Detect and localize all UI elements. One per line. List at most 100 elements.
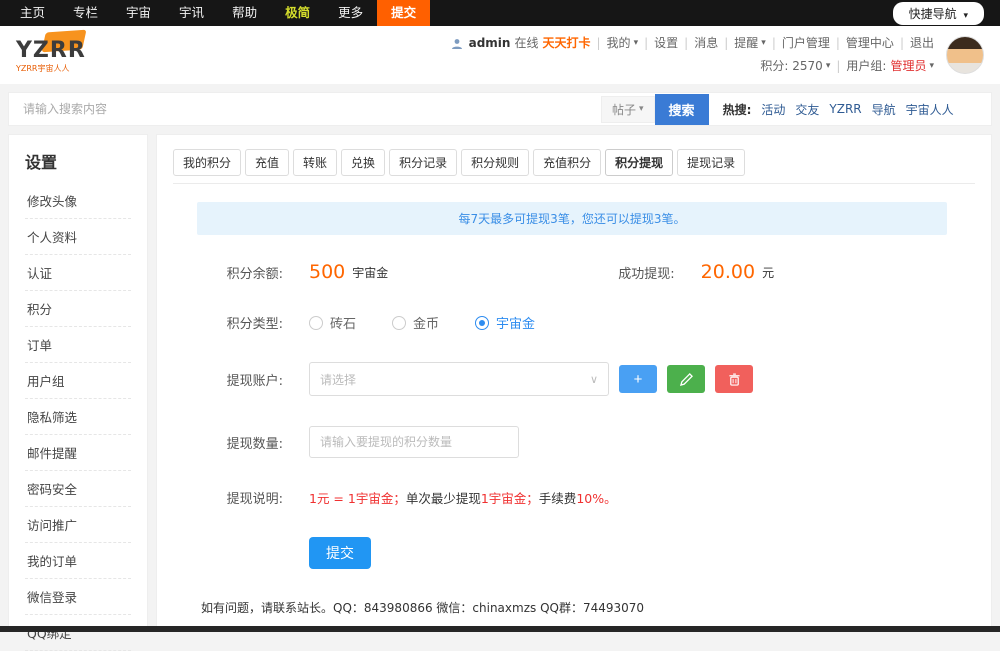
hot-link-yzrr-people[interactable]: 宇宙人人 [906, 101, 954, 118]
trash-icon [728, 373, 740, 386]
sidebar-item-qq[interactable]: QQ绑定 [25, 615, 131, 651]
withdraw-quantity-label: 提现数量: [226, 436, 283, 452]
search-type-dropdown[interactable]: 帖子 ▾ [601, 95, 655, 123]
menu-mine[interactable]: 我的 [607, 32, 631, 55]
avatar[interactable] [946, 36, 984, 74]
tab-withdraw-log[interactable]: 提现记录 [677, 149, 746, 176]
radio-icon-selected [475, 315, 490, 330]
note-segment: 单次最少提现 [405, 491, 481, 506]
add-account-button[interactable]: + [619, 365, 657, 393]
edit-icon [679, 372, 693, 386]
caret-down-icon: ▾ [633, 38, 639, 49]
sidebar-item-usergroup[interactable]: 用户组 [25, 363, 131, 399]
tab-recharge-points[interactable]: 充值积分 [533, 149, 602, 176]
hot-link-friends[interactable]: 交友 [795, 101, 819, 118]
withdraw-account-label: 提现账户: [226, 373, 283, 389]
logo-subtext: YZRR宇宙人人 [16, 64, 70, 73]
edit-account-button[interactable] [667, 365, 705, 393]
nav-item-submit[interactable]: 提交 [377, 0, 431, 26]
search-input[interactable] [21, 97, 601, 121]
radio-label: 宇宙金 [496, 317, 536, 332]
menu-logout[interactable]: 退出 [910, 32, 934, 55]
sidebar-item-my-orders[interactable]: 我的订单 [25, 543, 131, 579]
tab-points-log[interactable]: 积分记录 [389, 149, 458, 176]
sidebar-item-promotion[interactable]: 访问推广 [25, 507, 131, 543]
menu-reminders[interactable]: 提醒 [734, 32, 758, 55]
note-segment: 10%。 [576, 491, 617, 506]
sidebar-item-wechat[interactable]: 微信登录 [25, 579, 131, 615]
menu-admin-center[interactable]: 管理中心 [846, 32, 894, 55]
plus-icon: + [633, 370, 643, 388]
tab-transfer[interactable]: 转账 [293, 149, 338, 176]
sidebar-item-points[interactable]: 积分 [25, 291, 131, 327]
site-logo[interactable]: YZRR YZRR宇宙人人 [16, 29, 87, 74]
caret-down-icon: ▾ [639, 104, 644, 114]
withdrawn-value: 20.00 [700, 261, 756, 283]
tab-my-points[interactable]: 我的积分 [173, 149, 242, 176]
withdraw-quantity-row: 提现数量: [213, 426, 975, 458]
username[interactable]: admin [469, 32, 511, 55]
nav-item-minimal[interactable]: 极简 [271, 0, 324, 26]
menu-portal-admin[interactable]: 门户管理 [782, 32, 830, 55]
balance-unit: 宇宙金 [352, 265, 389, 280]
withdraw-note-row: 提现说明: 1元 = 1宇宙金； 单次最少提现 1宇宙金； 手续费 10%。 [213, 488, 975, 507]
caret-down-icon: ▾ [825, 60, 831, 71]
search-button[interactable]: 搜索 [654, 93, 709, 125]
quantity-input[interactable] [309, 426, 519, 458]
sidebar-item-profile[interactable]: 个人资料 [25, 219, 131, 255]
radio-option-diamond[interactable]: 砖石 [309, 313, 356, 332]
sidebar-item-verify[interactable]: 认证 [25, 255, 131, 291]
nav-item-home[interactable]: 主页 [6, 0, 59, 26]
delete-account-button[interactable] [715, 365, 753, 393]
withdraw-note-label: 提现说明: [226, 492, 283, 507]
user-menu-row: admin 在线 天天打卡 我的 ▾ 设置 消息 提醒 ▾ 门户管理 [451, 32, 934, 55]
balance-row: 积分余额: 500 宇宙金 成功提现: 20.00 元 [213, 261, 975, 283]
nav-item-column[interactable]: 专栏 [59, 0, 112, 26]
search-type-label: 帖子 [612, 102, 637, 117]
account-select-placeholder: 请选择 [320, 372, 357, 387]
sidebar-item-mail-remind[interactable]: 邮件提醒 [25, 435, 131, 471]
sidebar-item-privacy[interactable]: 隐私筛选 [25, 399, 131, 435]
user-stats-row: 积分: 2570 ▾ 用户组: 管理员 ▾ [451, 55, 934, 78]
radio-label: 砖石 [330, 317, 357, 332]
checkin-link[interactable]: 天天打卡 [542, 32, 590, 55]
quick-nav-button[interactable]: 快捷导航 ▾ [892, 1, 984, 25]
logo-text: YZRR [16, 38, 86, 63]
quick-nav-label: 快捷导航 [908, 6, 957, 21]
tab-points-rules[interactable]: 积分规则 [461, 149, 530, 176]
divider [772, 32, 776, 55]
divider [684, 32, 688, 55]
withdrawn-label: 成功提现: [618, 266, 675, 282]
caret-down-icon: ▾ [963, 10, 968, 21]
top-nav: 主页 专栏 宇宙 宇讯 帮助 极简 更多 提交 快捷导航 ▾ [0, 0, 1000, 26]
usergroup-value[interactable]: 管理员 [890, 55, 926, 78]
note-segment: 1宇宙金； [480, 491, 539, 506]
withdraw-notice: 每7天最多可提现3笔，您还可以提现3笔。 [197, 202, 947, 235]
points-withdraw-panel: 我的积分 充值 转账 兑换 积分记录 积分规则 充值积分 积分提现 提现记录 每… [156, 134, 992, 628]
chevron-down-icon: ∨ [589, 372, 598, 386]
nav-item-universe[interactable]: 宇宙 [112, 0, 165, 26]
radio-option-gold[interactable]: 金币 [392, 313, 439, 332]
tab-recharge[interactable]: 充值 [245, 149, 290, 176]
tab-points-withdraw[interactable]: 积分提现 [605, 149, 674, 176]
nav-item-help[interactable]: 帮助 [218, 0, 271, 26]
tab-exchange[interactable]: 兑换 [341, 149, 386, 176]
nav-item-more[interactable]: 更多 [324, 0, 377, 26]
sidebar-item-password[interactable]: 密码安全 [25, 471, 131, 507]
menu-messages[interactable]: 消息 [694, 32, 718, 55]
header: YZRR YZRR宇宙人人 admin 在线 天天打卡 我的 ▾ 设置 [0, 26, 1000, 84]
nav-item-news[interactable]: 宇讯 [165, 0, 218, 26]
hot-link-nav[interactable]: 导航 [872, 101, 896, 118]
hot-link-yzrr[interactable]: YZRR [829, 102, 861, 116]
submit-row: 提交 [213, 537, 975, 569]
sidebar-item-orders[interactable]: 订单 [25, 327, 131, 363]
submit-button[interactable]: 提交 [309, 537, 371, 569]
hot-link-activity[interactable]: 活动 [761, 101, 785, 118]
radio-option-universe-gold[interactable]: 宇宙金 [475, 313, 535, 332]
page: 主页 专栏 宇宙 宇讯 帮助 极简 更多 提交 快捷导航 ▾ YZRR YZRR… [0, 0, 1000, 651]
menu-settings[interactable]: 设置 [654, 32, 678, 55]
points-dropdown[interactable]: 积分: 2570 [760, 55, 822, 78]
account-select[interactable]: 请选择 ∨ [309, 362, 609, 396]
sidebar-item-avatar[interactable]: 修改头像 [25, 183, 131, 219]
divider [644, 32, 648, 55]
